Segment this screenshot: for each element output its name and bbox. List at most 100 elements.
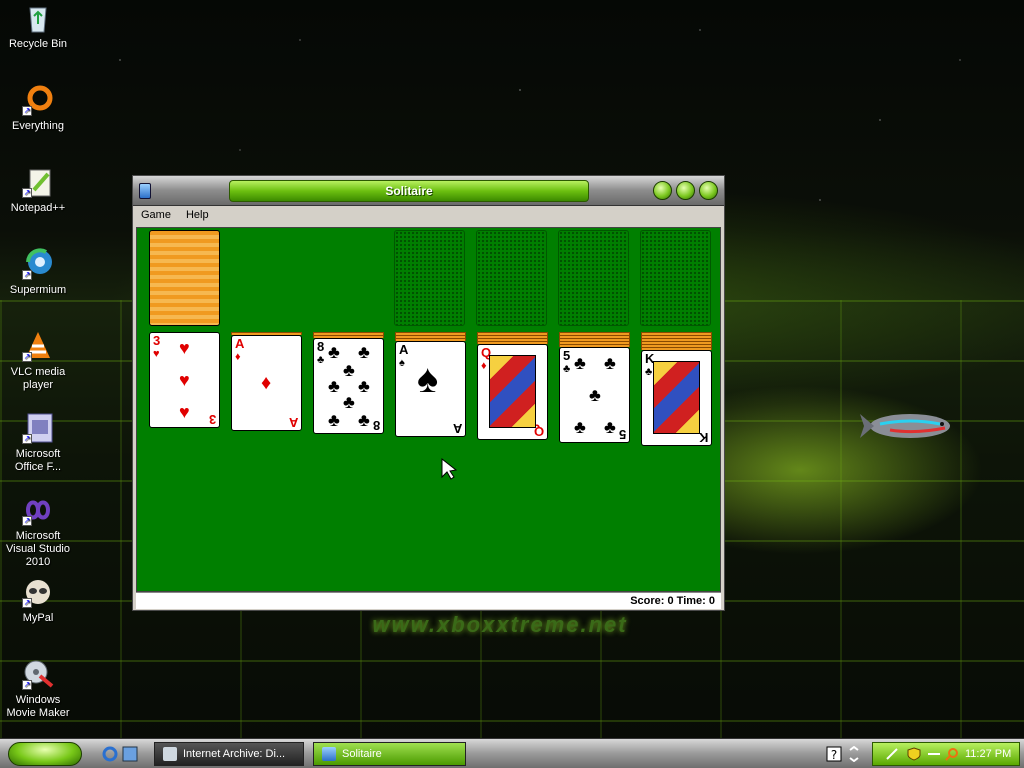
card-rank: A <box>235 336 245 351</box>
stock-pile[interactable] <box>149 230 220 326</box>
card-corner-suit: ♥ <box>153 348 160 360</box>
volume-icon[interactable] <box>927 748 941 760</box>
game-felt[interactable]: 3 ♥ 3 ♥ ♥ ♥ A ♦ A ♦ 8 ♣ 8 ♣ ♣ ♣ ♣ ♣ ♣ ♣ ♣ A ♠ A ♠ Q ♦ Q 5 ♣ 5 ♣ ♣ ♣ ♣ ♣ K ♣ K <box>136 227 721 592</box>
solitaire-app-icon <box>139 183 151 199</box>
desktop-icon-supermium[interactable]: ↗ Supermium <box>0 248 76 297</box>
card-rank: A <box>399 342 409 357</box>
card-rank-bottom: 8 <box>372 418 380 433</box>
desktop-icon-label: Supermium <box>9 284 67 296</box>
desktop-icon-label: VLC media player <box>10 366 66 391</box>
foundation-slot-2[interactable] <box>476 230 547 326</box>
court-card-art <box>489 355 536 428</box>
card-pip: ♣ <box>328 376 340 396</box>
tray-chevron-icon[interactable] <box>848 746 860 762</box>
desktop-icon-vlc[interactable]: ↗ VLC media player <box>0 330 76 392</box>
tableau-card-6[interactable]: 5 ♣ 5 ♣ ♣ ♣ ♣ ♣ <box>559 347 630 443</box>
menu-bar: Game Help <box>133 206 724 226</box>
wallpaper-watermark: www.xboxxtreme.net <box>372 612 628 637</box>
internet-explorer-icon[interactable] <box>102 746 118 762</box>
card-pip: ♣ <box>358 410 370 430</box>
solitaire-window: Solitaire Game Help 3 ♥ 3 ♥ ♥ ♥ A ♦ A ♦ 8 ♣ 8 ♣ ♣ ♣ ♣ ♣ ♣ ♣ ♣… <box>132 175 725 611</box>
browser-icon <box>163 747 177 761</box>
tableau-card-7[interactable]: K ♣ K <box>641 350 712 446</box>
fish-image <box>860 414 950 438</box>
desktop-icon-recycle-bin[interactable]: Recycle Bin <box>0 2 76 51</box>
visual-studio-icon: ↗ <box>22 494 54 526</box>
card-rank-bottom: A <box>452 421 462 436</box>
search-icon[interactable] <box>945 747 959 761</box>
desktop-icon-notepadpp[interactable]: ↗ Notepad++ <box>0 166 76 215</box>
tableau-card-3[interactable]: 8 ♣ 8 ♣ ♣ ♣ ♣ ♣ ♣ ♣ ♣ <box>313 338 384 434</box>
notepadpp-icon: ↗ <box>22 166 54 198</box>
network-icon[interactable] <box>885 747 899 761</box>
tableau-card-2[interactable]: A ♦ A ♦ <box>231 335 302 431</box>
card-corner-suit: ♣ <box>563 363 571 375</box>
card-pip: ♣ <box>343 392 355 412</box>
movie-maker-icon: ↗ <box>22 658 54 690</box>
card-pip: ♣ <box>328 410 340 430</box>
desktop-icon-label: Recycle Bin <box>8 38 68 50</box>
office-icon: ↗ <box>22 412 54 444</box>
status-bar: Score: 0 Time: 0 <box>136 592 721 609</box>
card-corner-suit: ♦ <box>235 351 241 363</box>
ie-shortcut-icon[interactable] <box>122 746 138 762</box>
taskbar: Internet Archive: Di... Solitaire ? 11:2… <box>0 738 1024 768</box>
card-corner-suit: ♦ <box>481 360 487 372</box>
card-pip: ♣ <box>589 385 601 405</box>
tableau-card-1[interactable]: 3 ♥ 3 ♥ ♥ ♥ <box>149 332 220 428</box>
task-internet-archive[interactable]: Internet Archive: Di... <box>154 742 304 766</box>
svg-text:?: ? <box>831 748 837 762</box>
card-pip: ♣ <box>604 353 616 373</box>
recycle-bin-icon <box>22 2 54 34</box>
vlc-icon: ↗ <box>22 330 54 362</box>
card-rank-bottom: A <box>288 415 298 430</box>
desktop-icon-label: Microsoft Visual Studio 2010 <box>5 530 70 568</box>
close-button[interactable] <box>699 181 718 200</box>
tableau-card-5[interactable]: Q ♦ Q <box>477 344 548 440</box>
foundation-slot-3[interactable] <box>558 230 629 326</box>
card-rank: 3 <box>153 333 161 348</box>
maximize-button[interactable] <box>676 181 695 200</box>
desktop-icon-label: Windows Movie Maker <box>6 694 70 719</box>
help-icon[interactable]: ? <box>826 746 842 762</box>
card-pip: ♥ <box>179 338 190 358</box>
foundation-slot-1[interactable] <box>394 230 465 326</box>
foundation-slot-4[interactable] <box>640 230 711 326</box>
card-rank-bottom: K <box>698 430 708 445</box>
security-shield-icon[interactable] <box>907 747 921 761</box>
card-corner-suit: ♣ <box>317 354 325 366</box>
desktop-icon-label: Everything <box>12 120 64 132</box>
minimize-button[interactable] <box>653 181 672 200</box>
desktop-icon-label: MyPal <box>22 612 54 624</box>
task-solitaire[interactable]: Solitaire <box>313 742 466 766</box>
desktop-icon-everything[interactable]: ↗ Everything <box>0 84 76 133</box>
start-button[interactable] <box>8 742 82 766</box>
window-title: Solitaire <box>229 180 589 202</box>
desktop-icon-movie-maker[interactable]: ↗ Windows Movie Maker <box>0 658 76 720</box>
card-pip: ♣ <box>328 342 340 362</box>
tableau-card-4[interactable]: A ♠ A ♠ <box>395 341 466 437</box>
desktop-icon-label: Microsoft Office F... <box>14 448 62 473</box>
menu-help[interactable]: Help <box>178 206 216 221</box>
desktop-icon-mypal[interactable]: ↗ MyPal <box>0 576 76 625</box>
card-corner-suit: ♠ <box>399 357 405 369</box>
card-pip: ♣ <box>343 360 355 380</box>
desktop-icon-office[interactable]: ↗ Microsoft Office F... <box>0 412 76 474</box>
solitaire-task-icon <box>322 747 336 761</box>
clock[interactable]: 11:27 PM <box>965 748 1011 760</box>
card-pip: ♣ <box>574 417 586 437</box>
card-pip: ♦ <box>261 372 272 394</box>
card-pip: ♠ <box>417 357 439 401</box>
card-pip: ♥ <box>179 402 190 422</box>
card-rank: 8 <box>317 339 325 354</box>
supermium-icon: ↗ <box>22 248 54 280</box>
card-pip: ♣ <box>604 417 616 437</box>
title-bar[interactable]: Solitaire <box>133 176 724 206</box>
card-rank-bottom: 3 <box>208 412 216 427</box>
card-pip: ♥ <box>179 370 190 390</box>
menu-game[interactable]: Game <box>133 206 178 221</box>
mypal-icon: ↗ <box>22 576 54 608</box>
task-label: Internet Archive: Di... <box>183 748 286 760</box>
system-tray: 11:27 PM <box>872 742 1020 766</box>
desktop-icon-visual-studio[interactable]: ↗ Microsoft Visual Studio 2010 <box>0 494 76 569</box>
